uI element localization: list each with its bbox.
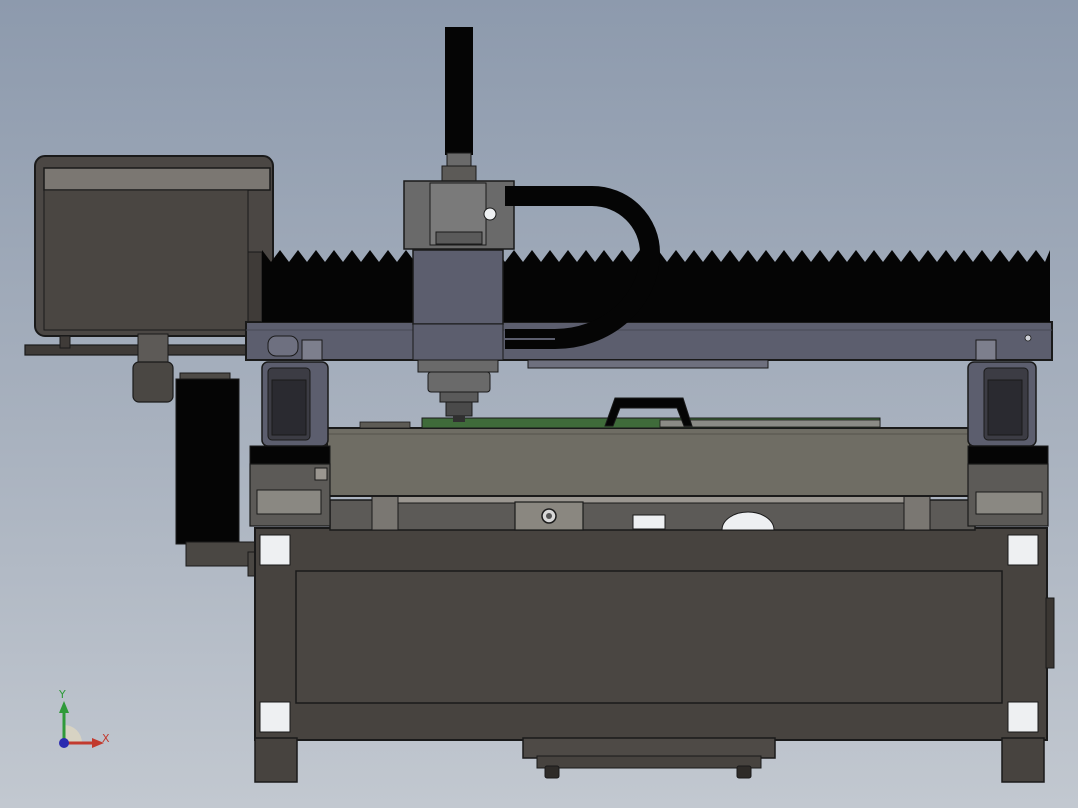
left-y-carriage [249, 361, 331, 527]
control-box [34, 155, 274, 337]
coordinate-triad [59, 701, 104, 748]
y-axis-arrow-head [59, 701, 69, 713]
cnc-machine-model [24, 27, 1055, 783]
spindle-head [403, 27, 515, 422]
y-axis-label: Y [59, 688, 66, 701]
cad-viewport[interactable]: Y X [0, 0, 1078, 808]
z-axis-dot [59, 738, 69, 748]
machine-feet [254, 737, 1045, 783]
x-axis-label: X [102, 732, 110, 745]
machine-base [254, 527, 1055, 741]
left-servo-motor [175, 378, 261, 577]
work-table [326, 417, 971, 497]
right-y-carriage [967, 361, 1049, 527]
lower-rail [329, 494, 976, 531]
gantry-beam [245, 321, 1053, 369]
